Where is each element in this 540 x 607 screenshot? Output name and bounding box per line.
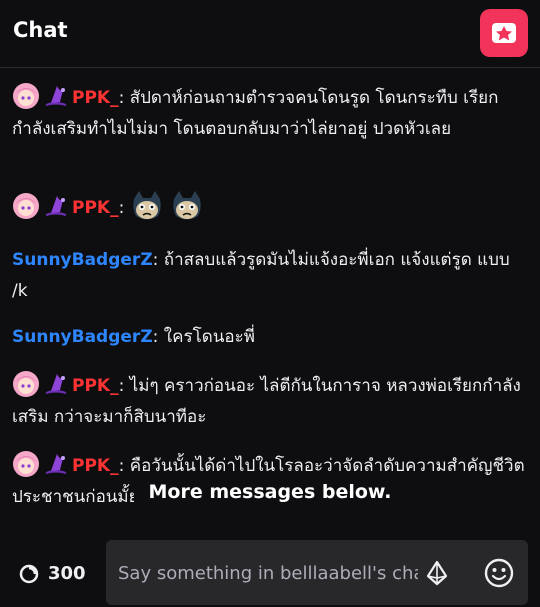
angry-cat-emote-icon[interactable]	[170, 189, 204, 223]
chat-input-container	[106, 540, 528, 607]
witch-hat-badge-icon	[46, 196, 66, 216]
chat-username[interactable]: PPK_	[72, 376, 119, 396]
chat-username[interactable]: SunnyBadgerZ	[12, 250, 153, 270]
chat-username[interactable]: PPK_	[72, 198, 119, 218]
chat-message: PPK_: สัปดาห์ก่อนถามตำรวจคนโดนรูด โดนกระ…	[12, 82, 528, 145]
channel-points-icon[interactable]	[19, 564, 39, 584]
star-app-icon[interactable]	[480, 9, 528, 57]
star-icon	[492, 23, 516, 43]
chat-footer: 300	[0, 530, 540, 607]
anime-girl-badge-icon	[13, 451, 39, 477]
witch-hat-badge-icon	[46, 374, 66, 394]
chat-message: SunnyBadgerZ: ใครโดนอะพี่	[12, 322, 528, 353]
smiley-emote-picker-icon[interactable]	[482, 556, 516, 590]
chat-message-text: :	[118, 198, 125, 218]
chat-username[interactable]: PPK_	[72, 456, 119, 476]
chat-message: SunnyBadgerZ: ถ้าสลบแล้วรูดมันไม่แจ้งอะพ…	[12, 245, 528, 307]
chat-message: PPK_: ไม่ๆ คราวก่อนอะ ไล่ตีกันในการาจ หล…	[12, 370, 528, 433]
chat-username[interactable]: SunnyBadgerZ	[12, 327, 153, 347]
angry-cat-emote-icon[interactable]	[130, 189, 164, 223]
chat-message: PPK_:	[12, 189, 528, 224]
channel-points-count[interactable]: 300	[48, 563, 86, 584]
anime-girl-badge-icon	[13, 83, 39, 109]
chat-header: Chat	[0, 0, 540, 68]
witch-hat-badge-icon	[46, 454, 66, 474]
witch-hat-badge-icon	[46, 86, 66, 106]
chat-message-text: : ใครโดนอะพี่	[152, 327, 255, 347]
chat-message-list: PPK_: สัปดาห์ก่อนถามตำรวจคนโดนรูด โดนกระ…	[0, 68, 540, 518]
anime-girl-badge-icon	[13, 193, 39, 219]
chat-input[interactable]	[116, 540, 420, 607]
chat-title: Chat	[13, 18, 68, 42]
chat-username[interactable]: PPK_	[72, 88, 119, 108]
more-messages-below-button[interactable]: More messages below.	[134, 472, 406, 512]
bits-icon[interactable]	[424, 560, 450, 586]
anime-girl-badge-icon	[13, 371, 39, 397]
